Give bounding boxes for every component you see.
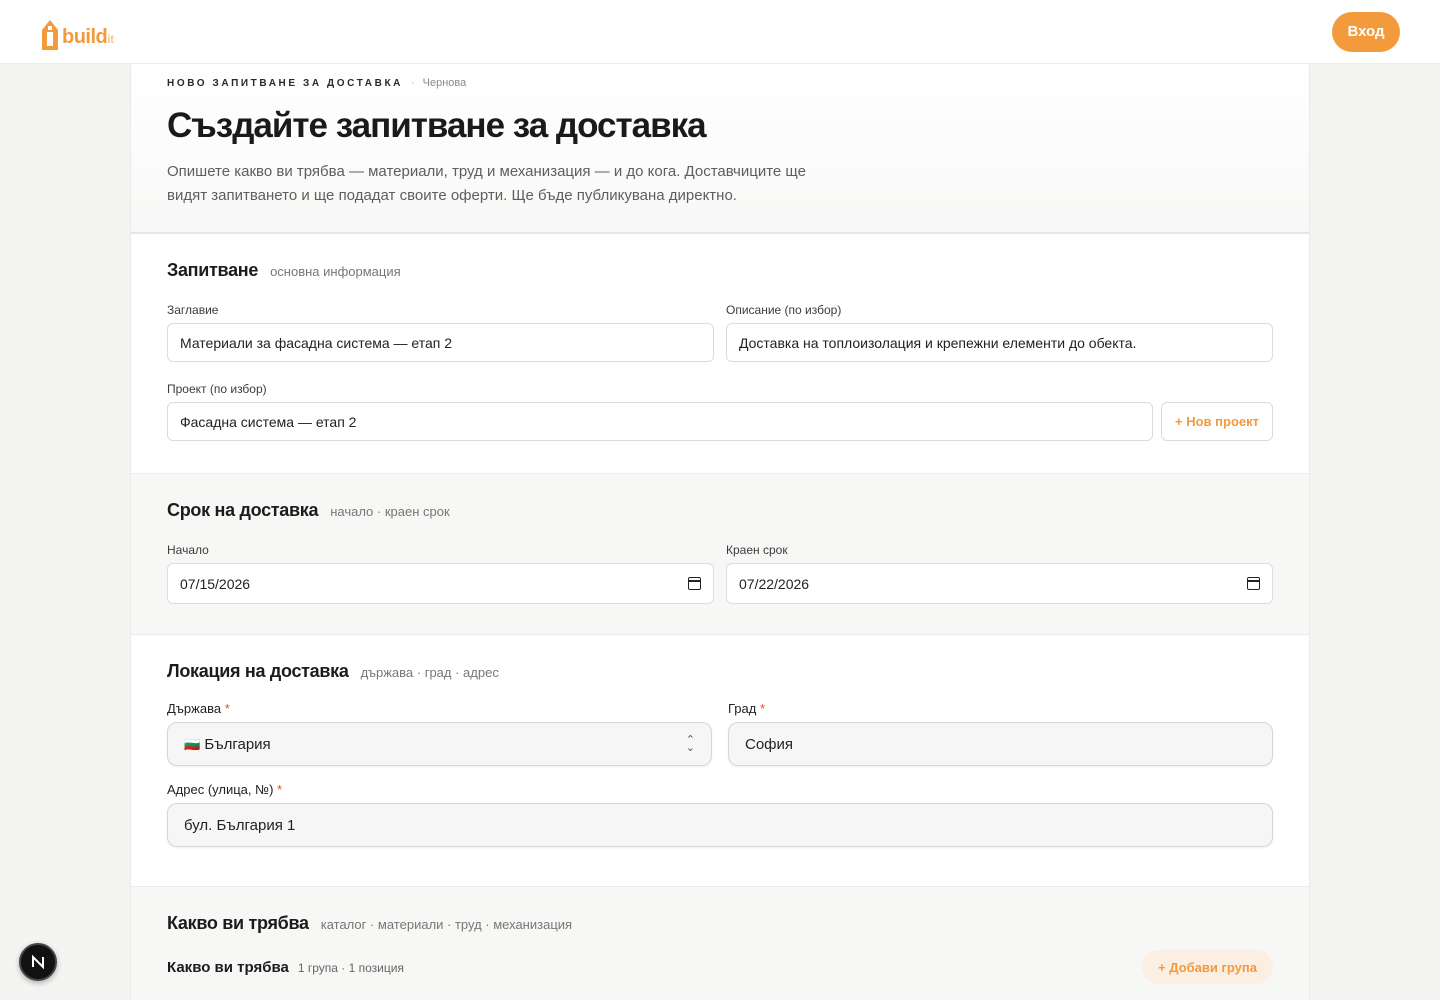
section-header: Локация на доставка държава · град · адр… — [167, 661, 1273, 682]
end-date-input[interactable]: 07/22/2026 — [726, 563, 1273, 604]
start-date-label: Начало — [167, 543, 209, 557]
logo[interactable]: buildit — [40, 14, 114, 50]
country-select[interactable]: 🇧🇬 България ⌃ ⌄ — [167, 722, 712, 766]
add-group-button[interactable]: + Добави група — [1142, 950, 1273, 984]
top-bar: buildit Вход — [0, 0, 1440, 64]
title-label: Заглавие — [167, 303, 219, 317]
flag-icon: 🇧🇬 — [184, 736, 201, 752]
status-badge: Чернова — [422, 77, 467, 89]
section-subtitle: основна информация — [270, 264, 401, 279]
breadcrumb: НОВО ЗАПИТВАНЕ ЗА ДОСТАВКА · Чернова — [167, 76, 1273, 90]
section-header: Какво ви трябва каталог · материали · тр… — [167, 913, 1273, 934]
section-subtitle: държава · град · адрес — [360, 665, 499, 680]
project-label: Проект (по избор) — [167, 382, 267, 396]
group-header: Какво ви трябва 1 група · 1 позиция + До… — [167, 950, 1273, 984]
page-kicker: НОВО ЗАПИТВАНЕ ЗА ДОСТАВКА — [167, 77, 403, 89]
request-section: Запитване основна информация Заглавие Ма… — [131, 234, 1309, 474]
country-label: Държава * — [167, 701, 230, 716]
logo-icon — [40, 18, 60, 50]
page-description: Опишете какво ви трябва — материали, тру… — [167, 163, 806, 204]
section-title: Запитване — [167, 260, 259, 280]
project-select[interactable]: Фасадна система — етап 2 — [167, 402, 1154, 441]
end-date-value: 07/22/2026 — [739, 575, 810, 592]
section-header: Срок на доставка начало · краен срок — [167, 500, 1273, 521]
title-input[interactable]: Материали за фасадна система — етап 2 — [167, 323, 714, 362]
page-title: Създайте запитване за доставка — [167, 106, 707, 145]
start-date-input[interactable]: 07/15/2026 — [167, 563, 714, 604]
group-title: Какво ви трябва — [167, 958, 289, 976]
section-title: Срок на доставка — [167, 500, 319, 520]
calendar-icon[interactable] — [688, 577, 701, 590]
chevron-updown-icon: ⌃ ⌄ — [685, 734, 695, 754]
schedule-section: Срок на доставка начало · краен срок Нач… — [131, 474, 1309, 635]
section-title: Локация на доставка — [167, 661, 349, 681]
description-input[interactable]: Доставка на топлоизолация и крепежни еле… — [726, 323, 1273, 362]
calendar-icon[interactable] — [1247, 577, 1260, 590]
section-subtitle: начало · краен срок — [330, 504, 450, 519]
group-summary: 1 група · 1 позиция — [297, 960, 404, 975]
address-label: Адрес (улица, №) * — [167, 782, 283, 797]
section-subtitle: каталог · материали · труд · механизация — [320, 917, 573, 932]
login-button[interactable]: Вход — [1332, 11, 1400, 52]
country-value: 🇧🇬 България — [184, 735, 271, 753]
separator: · — [410, 77, 415, 89]
description-label: Описание (по избор) — [726, 303, 842, 317]
main-content: НОВО ЗАПИТВАНЕ ЗА ДОСТАВКА · Чернова Съз… — [130, 64, 1310, 1000]
end-date-label: Краен срок — [726, 543, 788, 557]
section-title: Какво ви трябва — [167, 913, 309, 933]
start-date-value: 07/15/2026 — [180, 575, 251, 592]
city-input[interactable]: София — [728, 722, 1273, 766]
needs-section: Какво ви трябва каталог · материали · тр… — [131, 887, 1309, 1000]
location-section: Локация на доставка държава · град · адр… — [131, 635, 1309, 887]
section-header: Запитване основна информация — [167, 260, 1273, 281]
new-project-button[interactable]: + Нов проект — [1161, 402, 1273, 441]
address-input[interactable]: бул. България 1 — [167, 803, 1273, 847]
n-logo-icon[interactable] — [19, 943, 57, 981]
logo-wordmark: buildit — [62, 25, 114, 48]
page-header: НОВО ЗАПИТВАНЕ ЗА ДОСТАВКА · Чернова Съз… — [131, 64, 1309, 234]
city-label: Град * — [728, 701, 766, 716]
